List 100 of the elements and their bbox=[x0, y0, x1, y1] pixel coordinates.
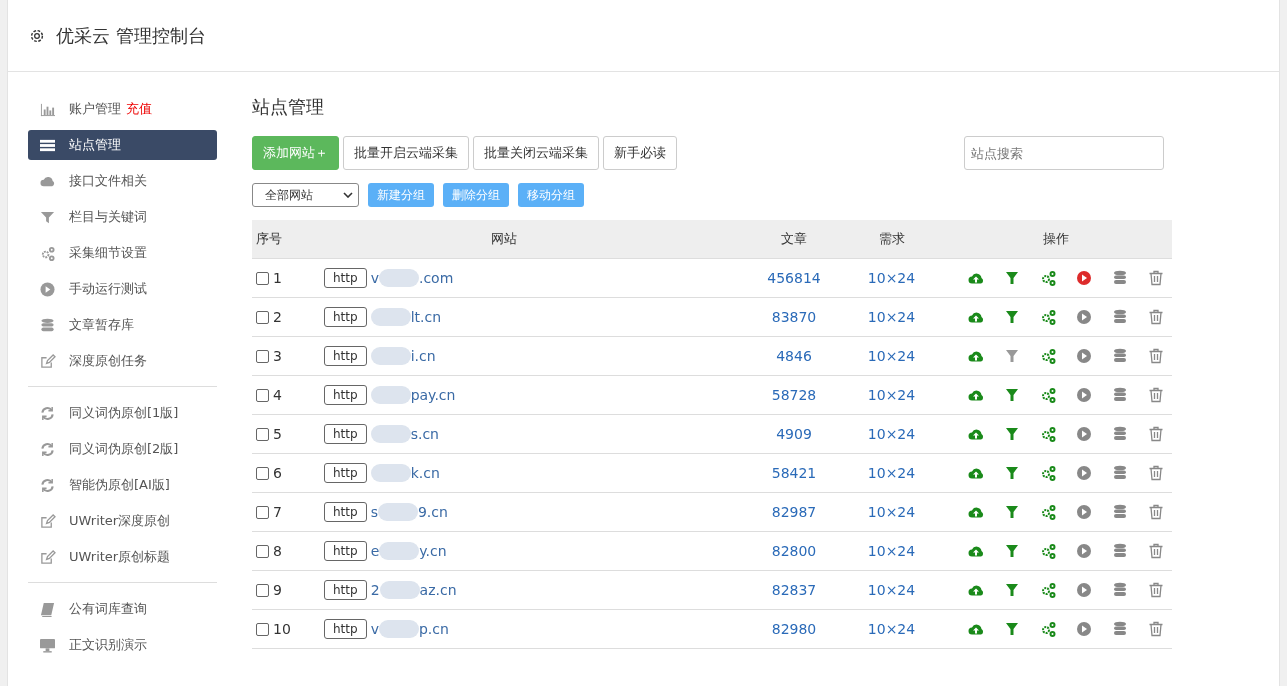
gears-icon[interactable] bbox=[1039, 465, 1056, 481]
gears-icon[interactable] bbox=[1039, 543, 1056, 559]
row-checkbox[interactable] bbox=[256, 388, 269, 402]
trash-icon[interactable] bbox=[1147, 465, 1164, 481]
trash-icon[interactable] bbox=[1147, 504, 1164, 520]
row-checkbox[interactable] bbox=[256, 505, 269, 519]
filter-icon[interactable] bbox=[1003, 582, 1020, 598]
search-field[interactable]: 站点搜索 bbox=[964, 136, 1164, 170]
gears-icon[interactable] bbox=[1039, 309, 1056, 325]
recharge-link[interactable]: 充值 bbox=[126, 100, 152, 118]
row-checkbox[interactable] bbox=[256, 310, 269, 324]
gears-icon[interactable] bbox=[1039, 426, 1056, 442]
trash-icon[interactable] bbox=[1147, 621, 1164, 637]
protocol-tag[interactable]: http bbox=[324, 541, 367, 561]
database-icon[interactable] bbox=[1111, 270, 1128, 286]
sidebar-item[interactable]: 深度原创任务 bbox=[28, 346, 217, 376]
protocol-tag[interactable]: http bbox=[324, 385, 367, 405]
trash-icon[interactable] bbox=[1147, 309, 1164, 325]
play-icon[interactable] bbox=[1075, 348, 1092, 364]
trash-icon[interactable] bbox=[1147, 270, 1164, 286]
play-icon[interactable] bbox=[1075, 387, 1092, 403]
sidebar-item[interactable]: 智能伪原创[AI版] bbox=[28, 470, 217, 500]
row-checkbox[interactable] bbox=[256, 349, 269, 363]
protocol-tag[interactable]: http bbox=[324, 580, 367, 600]
sidebar-item[interactable]: 采集细节设置 bbox=[28, 238, 217, 268]
play-icon[interactable] bbox=[1075, 621, 1092, 637]
protocol-tag[interactable]: http bbox=[324, 463, 367, 483]
database-icon[interactable] bbox=[1111, 621, 1128, 637]
database-icon[interactable] bbox=[1111, 504, 1128, 520]
sidebar-item[interactable]: 同义词伪原创[1版] bbox=[28, 398, 217, 428]
row-checkbox[interactable] bbox=[256, 427, 269, 441]
row-number: 6 bbox=[273, 465, 282, 481]
sidebar-label: 深度原创任务 bbox=[69, 352, 147, 370]
protocol-tag[interactable]: http bbox=[324, 424, 367, 444]
edit-icon bbox=[39, 353, 56, 369]
filter-icon[interactable] bbox=[1003, 387, 1020, 403]
filter-icon[interactable] bbox=[1003, 543, 1020, 559]
domain-text: i.cn bbox=[410, 348, 436, 364]
database-icon[interactable] bbox=[1111, 309, 1128, 325]
trash-icon[interactable] bbox=[1147, 387, 1164, 403]
database-icon[interactable] bbox=[1111, 348, 1128, 364]
filter-icon[interactable] bbox=[1003, 348, 1020, 364]
database-icon[interactable] bbox=[1111, 387, 1128, 403]
sidebar-item[interactable]: UWriter深度原创 bbox=[28, 506, 217, 536]
row-number: 4 bbox=[273, 387, 282, 403]
gears-icon[interactable] bbox=[1039, 348, 1056, 364]
trash-icon[interactable] bbox=[1147, 543, 1164, 559]
gears-icon[interactable] bbox=[1039, 504, 1056, 520]
domain-text: v bbox=[370, 621, 379, 637]
row-checkbox[interactable] bbox=[256, 583, 269, 597]
sidebar-item[interactable]: 正文识别演示 bbox=[28, 630, 217, 660]
domain-text: v bbox=[370, 270, 379, 286]
trash-icon[interactable] bbox=[1147, 348, 1164, 364]
sidebar-item[interactable]: 手动运行测试 bbox=[28, 274, 217, 304]
sidebar-item[interactable]: 接口文件相关 bbox=[28, 166, 217, 196]
filter-icon[interactable] bbox=[1003, 270, 1020, 286]
play-icon[interactable] bbox=[1075, 270, 1092, 286]
toolbar-button[interactable]: 批量开启云端采集 bbox=[343, 136, 469, 170]
sidebar-item[interactable]: 同义词伪原创[2版] bbox=[28, 434, 217, 464]
protocol-tag[interactable]: http bbox=[324, 307, 367, 327]
database-icon[interactable] bbox=[1111, 582, 1128, 598]
database-icon[interactable] bbox=[1111, 465, 1128, 481]
protocol-tag[interactable]: http bbox=[324, 619, 367, 639]
toolbar-button[interactable]: 批量关闭云端采集 bbox=[473, 136, 599, 170]
play-icon[interactable] bbox=[1075, 582, 1092, 598]
sidebar-item[interactable]: 账户管理 充值 bbox=[28, 94, 217, 124]
filter-icon[interactable] bbox=[1003, 426, 1020, 442]
play-icon[interactable] bbox=[1075, 465, 1092, 481]
play-icon[interactable] bbox=[1075, 426, 1092, 442]
filter-icon[interactable] bbox=[1003, 504, 1020, 520]
filter-icon[interactable] bbox=[1003, 621, 1020, 637]
demand-value: 10×24 bbox=[866, 543, 917, 559]
toolbar-button[interactable]: 新手必读 bbox=[603, 136, 677, 170]
sidebar-item[interactable]: 公有词库查询 bbox=[28, 594, 217, 624]
group-dropdown[interactable]: 全部网站 bbox=[252, 183, 359, 207]
gears-icon[interactable] bbox=[1039, 621, 1056, 637]
sidebar-item[interactable]: UWriter原创标题 bbox=[28, 542, 217, 572]
database-icon[interactable] bbox=[1111, 543, 1128, 559]
sidebar-item[interactable]: 栏目与关键词 bbox=[28, 202, 217, 232]
protocol-tag[interactable]: http bbox=[324, 268, 367, 288]
gears-icon[interactable] bbox=[1039, 270, 1056, 286]
gears-icon[interactable] bbox=[1039, 387, 1056, 403]
row-checkbox[interactable] bbox=[256, 622, 269, 636]
trash-icon[interactable] bbox=[1147, 426, 1164, 442]
play-icon[interactable] bbox=[1075, 543, 1092, 559]
gears-icon[interactable] bbox=[1039, 582, 1056, 598]
book-icon bbox=[39, 601, 56, 617]
protocol-tag[interactable]: http bbox=[324, 346, 367, 366]
sidebar-item[interactable]: 站点管理 bbox=[28, 130, 217, 160]
row-checkbox[interactable] bbox=[256, 544, 269, 558]
filter-icon[interactable] bbox=[1003, 465, 1020, 481]
protocol-tag[interactable]: http bbox=[324, 502, 367, 522]
play-icon[interactable] bbox=[1075, 504, 1092, 520]
row-checkbox[interactable] bbox=[256, 466, 269, 480]
sidebar-item[interactable]: 文章暂存库 bbox=[28, 310, 217, 340]
play-icon[interactable] bbox=[1075, 309, 1092, 325]
filter-icon[interactable] bbox=[1003, 309, 1020, 325]
database-icon[interactable] bbox=[1111, 426, 1128, 442]
trash-icon[interactable] bbox=[1147, 582, 1164, 598]
row-checkbox[interactable] bbox=[256, 271, 269, 285]
